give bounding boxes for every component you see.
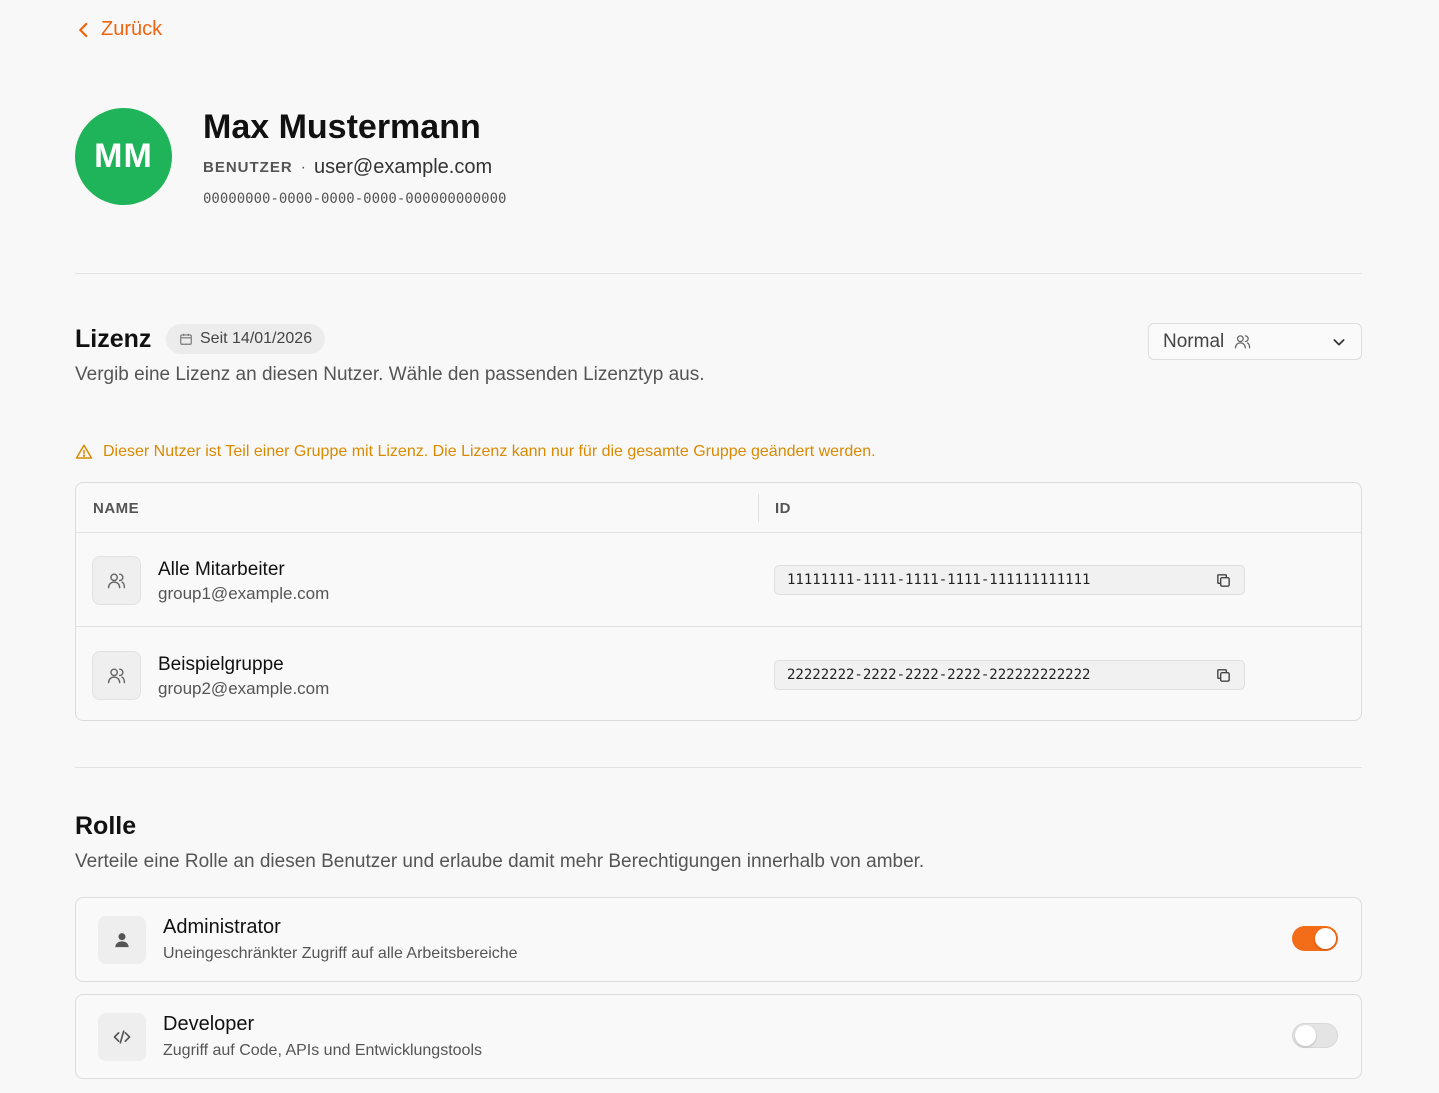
person-icon — [115, 933, 129, 948]
warning-text: Dieser Nutzer ist Teil einer Gruppe mit … — [103, 443, 876, 460]
group-id-field: 11111111-1111-1111-1111-111111111111 — [774, 565, 1245, 595]
group-email: group2@example.com — [158, 679, 330, 698]
role-name: Developer — [163, 1013, 255, 1035]
back-link[interactable]: Zurück — [75, 18, 162, 41]
user-meta: BENUTZER · user@example.com — [203, 156, 492, 179]
since-badge: Seit 14/01/2026 — [166, 324, 326, 354]
copy-icon[interactable] — [1215, 572, 1232, 589]
back-link-label: Zurück — [101, 18, 163, 40]
users-icon — [107, 573, 126, 589]
table-row: Beispielgruppe group2@example.com 222222… — [76, 628, 1361, 720]
toggle-knob — [1295, 1025, 1316, 1046]
role-title: Rolle — [75, 812, 137, 840]
role-name: Administrator — [163, 916, 281, 938]
role-icon-box — [98, 916, 146, 964]
table-row: Alle Mitarbeiter group1@example.com 1111… — [76, 533, 1361, 627]
role-card-administrator: Administrator Uneingeschränkter Zugriff … — [75, 897, 1362, 982]
users-icon — [107, 668, 126, 684]
column-header-name: NAME — [93, 499, 140, 517]
user-name: Max Mustermann — [203, 108, 481, 146]
group-avatar — [92, 651, 141, 700]
role-icon-box — [98, 1013, 146, 1061]
license-title: Lizenz — [75, 325, 152, 353]
toggle-knob — [1315, 928, 1336, 949]
administrator-toggle[interactable] — [1292, 926, 1338, 951]
group-id: 22222222-2222-2222-2222-222222222222 — [787, 667, 1091, 683]
users-icon — [1235, 335, 1251, 349]
warning-icon — [75, 444, 93, 459]
role-description: Verteile eine Rolle an diesen Benutzer u… — [75, 851, 925, 872]
group-name: Alle Mitarbeiter — [158, 559, 285, 580]
code-icon — [113, 1030, 131, 1044]
table-header: NAME ID — [76, 483, 1361, 533]
license-type-select[interactable]: Normal — [1148, 323, 1362, 360]
user-id: 00000000-0000-0000-0000-000000000000 — [203, 191, 507, 207]
group-table: NAME ID Alle Mitarbeiter group1@example.… — [75, 482, 1362, 721]
column-separator — [758, 494, 759, 522]
role-desc: Uneingeschränkter Zugriff auf alle Arbei… — [163, 945, 518, 962]
user-detail-page: Zurück MM Max Mustermann BENUTZER · user… — [75, 0, 1362, 1093]
column-header-id: ID — [775, 499, 791, 517]
group-avatar — [92, 556, 141, 605]
role-desc: Zugriff auf Code, APIs und Entwicklungst… — [163, 1042, 482, 1059]
license-warning: Dieser Nutzer ist Teil einer Gruppe mit … — [75, 443, 876, 461]
calendar-icon — [180, 333, 192, 345]
user-email: user@example.com — [314, 156, 493, 178]
license-type-value: Normal — [1163, 330, 1225, 352]
divider — [75, 767, 1362, 768]
user-role: BENUTZER — [203, 159, 293, 176]
divider — [75, 273, 1362, 274]
group-name: Beispielgruppe — [158, 654, 284, 675]
copy-icon[interactable] — [1215, 667, 1232, 684]
avatar: MM — [75, 108, 172, 205]
group-email: group1@example.com — [158, 584, 330, 603]
chevron-down-icon — [1333, 338, 1345, 346]
group-id: 11111111-1111-1111-1111-111111111111 — [787, 572, 1091, 588]
meta-separator: · — [300, 158, 306, 176]
developer-toggle[interactable] — [1292, 1023, 1338, 1048]
license-description: Vergib eine Lizenz an diesen Nutzer. Wäh… — [75, 364, 705, 385]
group-id-field: 22222222-2222-2222-2222-222222222222 — [774, 660, 1245, 690]
chevron-left-icon — [79, 22, 88, 37]
since-label: Seit 14/01/2026 — [200, 330, 313, 347]
role-card-developer: Developer Zugriff auf Code, APIs und Ent… — [75, 994, 1362, 1079]
